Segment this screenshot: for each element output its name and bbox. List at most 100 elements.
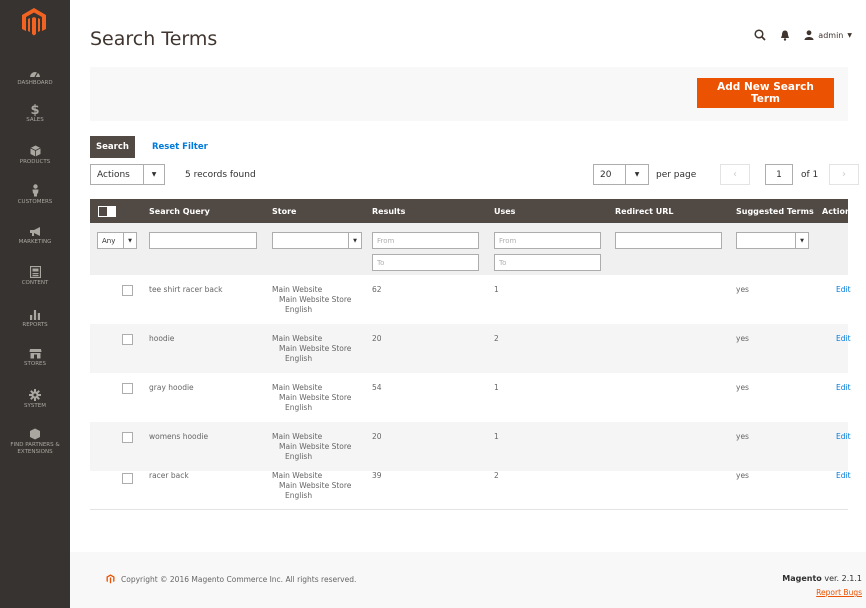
sidebar-item-label: Content [21,280,49,286]
page-title: Search Terms [90,28,218,50]
sidebar-item-label: Dashboard [17,80,53,86]
page-number-input[interactable]: 1 [765,164,793,185]
store-view: English [285,305,313,314]
sidebar-item-dashboard[interactable]: Dashboard [0,68,70,87]
edit-link[interactable]: Edit [836,471,851,480]
suggested-terms-filter-select[interactable]: ▼ [736,232,809,249]
store-website: Main Website [272,471,323,480]
sidebar-item-label: Sales [26,117,44,123]
bar-chart-icon [30,310,40,320]
cell-uses: 2 [494,471,499,480]
column-header-suggested-terms[interactable]: Suggested Terms [736,207,814,216]
cell-results: 54 [372,383,382,392]
store-name: Main Website Store [279,295,352,304]
admin-user-menu[interactable]: admin ▼ [804,30,852,40]
magento-version: Magento ver. 2.1.1 [782,574,862,583]
column-header-store[interactable]: Store [272,207,296,216]
uses-to-input[interactable]: To [494,254,601,271]
search-query-filter-input[interactable] [149,232,257,249]
sidebar-item-marketing[interactable]: Marketing [0,226,70,246]
cell-uses: 2 [494,334,499,343]
store-name: Main Website Store [279,344,352,353]
sidebar-item-label: Find Partners & Extensions [10,442,60,455]
mass-actions-select[interactable]: Actions ▼ [90,164,165,185]
sidebar-item-reports[interactable]: Reports [0,308,70,329]
store-icon [29,349,41,359]
magento-logo[interactable] [21,7,47,37]
chevron-down-icon: ▼ [348,233,361,248]
results-to-input[interactable]: To [372,254,479,271]
redirect-url-filter-input[interactable] [615,232,722,249]
chevron-down-icon: ▼ [143,165,164,184]
cell-suggested-terms: yes [736,383,749,392]
store-website: Main Website [272,334,323,343]
cell-uses: 1 [494,432,499,441]
admin-sidebar: Dashboard $ Sales Products Customers Mar… [0,0,70,608]
store-name: Main Website Store [279,442,352,451]
store-filter-select[interactable]: ▼ [272,232,362,249]
version-number: ver. 2.1.1 [824,574,862,583]
row-checkbox[interactable] [122,334,133,345]
chevron-down-icon: ▼ [847,31,852,39]
chevron-down-icon: ▼ [625,165,648,184]
sidebar-item-sales[interactable]: $ Sales [0,103,70,124]
sidebar-item-customers[interactable]: Customers [0,184,70,206]
admin-username: admin [818,30,844,40]
cell-store: Main Website Main Website Store English [272,334,351,364]
column-header-redirect-url[interactable]: Redirect URL [615,207,674,216]
row-checkbox[interactable] [122,285,133,296]
gear-icon [29,389,41,401]
store-website: Main Website [272,432,323,441]
column-header-search-query[interactable]: Search Query [149,207,210,216]
chevron-down-icon: ▼ [123,233,136,248]
column-header-uses[interactable]: Uses [494,207,515,216]
bell-icon[interactable] [780,30,790,41]
row-checkbox[interactable] [122,383,133,394]
search-icon[interactable] [754,29,766,41]
dollar-icon: $ [30,103,40,118]
search-button[interactable]: Search [90,136,135,158]
sidebar-item-content[interactable]: Content [0,266,70,287]
uses-from-input[interactable]: From [494,232,601,249]
table-row: womens hoodie Main Website Main Website … [90,422,851,471]
sidebar-item-stores[interactable]: Stores [0,348,70,368]
edit-link[interactable]: Edit [836,334,851,343]
sidebar-item-extensions[interactable]: Find Partners & Extensions [0,428,70,456]
per-page-select[interactable]: 20 ▼ [593,164,649,185]
mass-actions-value: Actions [97,169,130,180]
cell-search-query: gray hoodie [149,383,194,392]
any-filter-value: Any [102,236,116,245]
cell-store: Main Website Main Website Store English [272,285,351,315]
results-from-input[interactable]: From [372,232,479,249]
edit-link[interactable]: Edit [836,285,851,294]
edit-link[interactable]: Edit [836,432,851,441]
report-bugs-link[interactable]: Report Bugs [816,588,862,597]
cell-search-query: tee shirt racer back [149,285,223,294]
dashboard-icon [30,72,40,78]
sidebar-item-label: Stores [24,361,46,367]
cell-results: 62 [372,285,382,294]
cell-results: 20 [372,334,382,343]
any-filter-select[interactable]: Any ▼ [97,232,137,249]
add-new-search-term-button[interactable]: Add New Search Term [697,78,834,108]
cell-results: 39 [372,471,382,480]
mass-select-checkbox[interactable] [98,206,116,217]
reset-filter-link[interactable]: Reset Filter [152,142,208,152]
previous-page-button[interactable]: ‹ [720,164,750,185]
row-checkbox[interactable] [122,473,133,484]
sidebar-item-products[interactable]: Products [0,145,70,166]
cell-store: Main Website Main Website Store English [272,432,351,462]
user-icon [804,30,814,40]
column-header-action: Action [822,207,851,216]
store-name: Main Website Store [279,393,352,402]
next-page-button[interactable]: › [829,164,859,185]
table-row: racer back Main Website Main Website Sto… [90,465,851,510]
column-header-results[interactable]: Results [372,207,405,216]
edit-link[interactable]: Edit [836,383,851,392]
sidebar-item-system[interactable]: System [0,389,70,410]
grid-header: Search Query Store Results Uses Redirect… [90,199,851,223]
table-row: gray hoodie Main Website Main Website St… [90,373,851,422]
cell-search-query: hoodie [149,334,175,343]
row-checkbox[interactable] [122,432,133,443]
cell-suggested-terms: yes [736,285,749,294]
